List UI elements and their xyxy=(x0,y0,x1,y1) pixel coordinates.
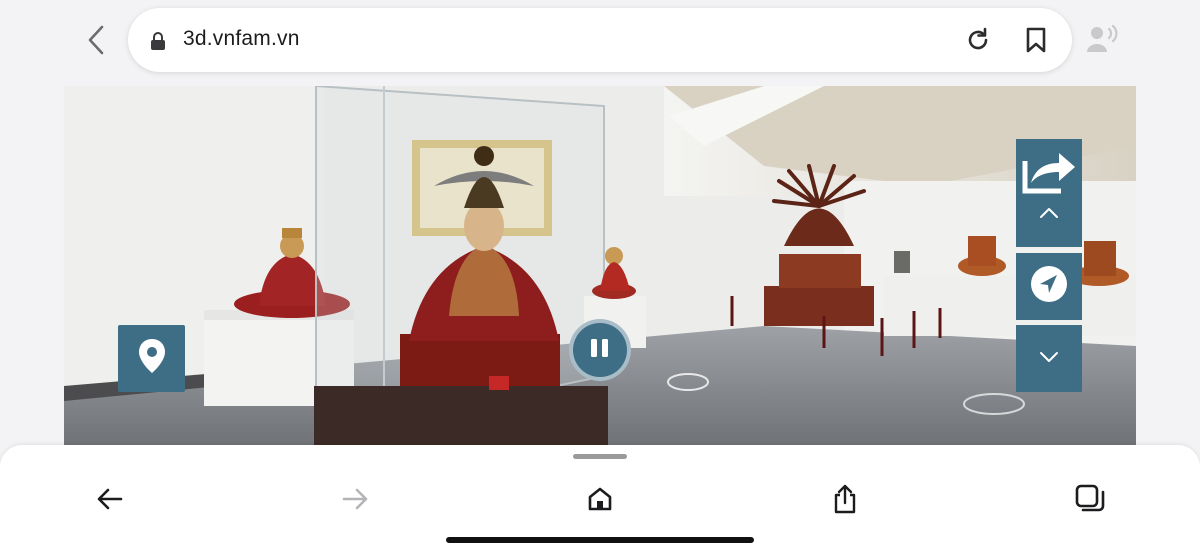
home-button[interactable] xyxy=(580,481,620,521)
bottom-toolbar xyxy=(0,445,1200,554)
chevron-down-icon xyxy=(1039,350,1059,368)
home-icon xyxy=(587,486,613,517)
home-indicator xyxy=(446,537,754,543)
pause-icon xyxy=(589,337,611,364)
share-page-button[interactable] xyxy=(825,481,865,521)
arrow-right-icon xyxy=(342,488,368,515)
forward-button[interactable] xyxy=(335,481,375,521)
chevron-down-button[interactable] xyxy=(1016,325,1082,392)
location-button[interactable] xyxy=(118,325,185,392)
url-text[interactable]: 3d.vnfam.vn xyxy=(183,27,300,51)
address-bar[interactable]: 3d.vnfam.vn xyxy=(128,8,1072,72)
share-icon xyxy=(1021,147,1077,200)
chevron-up-icon[interactable] xyxy=(1039,206,1059,224)
lock-icon xyxy=(150,31,166,56)
navigation-arrow-icon xyxy=(1030,265,1068,308)
browser-window: 3d.vnfam.vn xyxy=(0,0,1200,554)
top-bar: 3d.vnfam.vn xyxy=(0,0,1200,84)
navigation-button[interactable] xyxy=(1016,253,1082,320)
reload-icon[interactable] xyxy=(964,26,992,59)
toolbar-grabber[interactable] xyxy=(573,454,627,459)
back-chevron-icon[interactable] xyxy=(80,22,112,58)
museum-gallery-image xyxy=(64,86,1136,446)
tabs-button[interactable] xyxy=(1070,481,1110,521)
bookmark-icon[interactable] xyxy=(1024,26,1048,59)
share-button[interactable] xyxy=(1016,139,1082,247)
panorama-viewer[interactable] xyxy=(64,86,1136,446)
share-icon xyxy=(833,484,857,519)
tabs-icon xyxy=(1075,484,1105,519)
pause-button[interactable] xyxy=(569,319,631,381)
arrow-left-icon xyxy=(97,488,123,515)
voice-icon[interactable] xyxy=(1086,24,1120,59)
back-button[interactable] xyxy=(90,481,130,521)
location-pin-icon xyxy=(138,338,166,379)
